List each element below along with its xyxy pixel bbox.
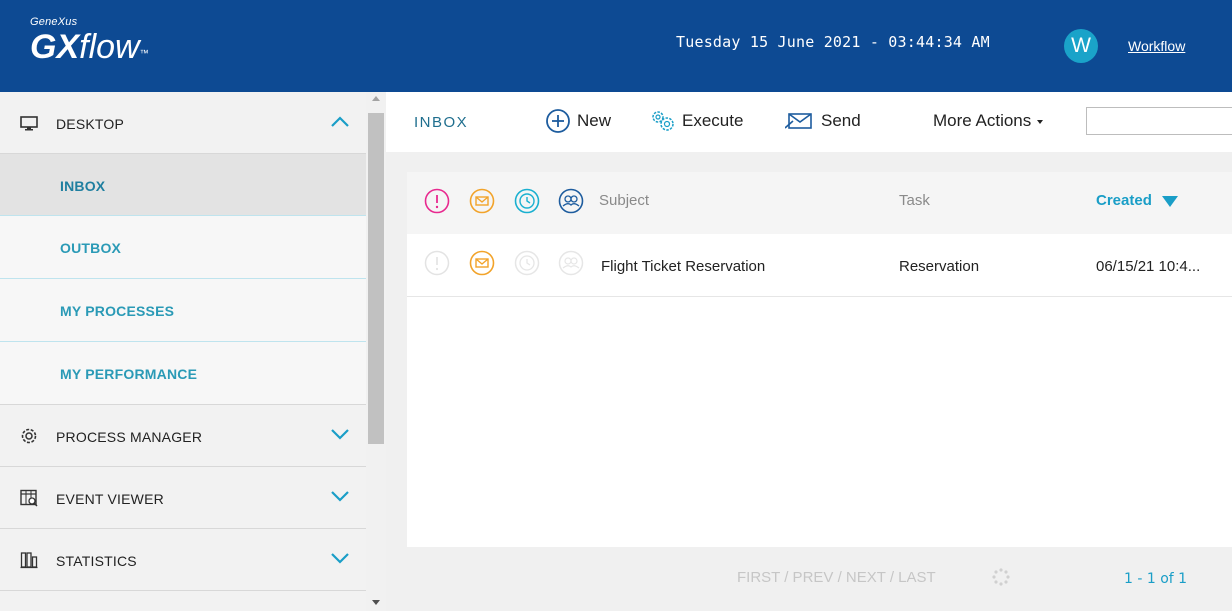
column-header-subject[interactable]: Subject bbox=[599, 192, 649, 209]
current-datetime: Tuesday 15 June 2021 - 03:44:34 AM bbox=[676, 33, 990, 51]
refresh-icon[interactable] bbox=[992, 568, 1010, 586]
logo-product-bold: GX bbox=[30, 28, 80, 66]
sidebar-item-label: INBOX bbox=[60, 178, 106, 194]
execute-button-label: Execute bbox=[682, 111, 744, 130]
sidebar-section-label: STATISTICS bbox=[56, 553, 137, 569]
more-actions-dropdown[interactable]: More Actions bbox=[933, 111, 1044, 131]
chevron-down-icon[interactable] bbox=[330, 489, 350, 503]
send-envelope-icon bbox=[785, 113, 812, 129]
sidebar-item-label: MY PROCESSES bbox=[60, 303, 175, 319]
table-row[interactable]: Flight Ticket Reservation Reservation 06… bbox=[407, 234, 1232, 297]
inbox-grid: Subject Task Created Flight Ticket Reser… bbox=[407, 172, 1232, 547]
sidebar-item-label: MY PERFORMANCE bbox=[60, 366, 198, 382]
pager-links[interactable]: FIRST / PREV / NEXT / LAST bbox=[737, 569, 936, 586]
plus-circle-icon bbox=[546, 109, 570, 133]
column-header-task[interactable]: Task bbox=[899, 192, 930, 209]
send-button[interactable]: Send bbox=[785, 108, 861, 134]
column-header-created[interactable]: Created bbox=[1096, 192, 1178, 209]
sidebar-section-label: DESKTOP bbox=[56, 116, 125, 132]
user-avatar[interactable]: W bbox=[1064, 29, 1098, 63]
sidebar-section-desktop[interactable]: DESKTOP bbox=[0, 92, 366, 154]
cell-subject[interactable]: Flight Ticket Reservation bbox=[601, 258, 765, 275]
scroll-up-arrow-icon[interactable] bbox=[372, 96, 380, 101]
chevron-down-icon[interactable] bbox=[330, 427, 350, 441]
gxflow-logo: GeneXus GXflow™ bbox=[30, 16, 149, 66]
message-icon[interactable] bbox=[469, 188, 495, 214]
grid-header: Subject Task Created bbox=[407, 172, 1232, 234]
participants-icon[interactable] bbox=[558, 188, 584, 214]
chevron-down-icon[interactable] bbox=[330, 551, 350, 565]
scrollbar-thumb[interactable] bbox=[368, 113, 384, 444]
sidebar-section-statistics[interactable]: STATISTICS bbox=[0, 529, 366, 591]
chevron-up-icon[interactable] bbox=[330, 114, 350, 128]
cell-task: Reservation bbox=[899, 258, 980, 275]
user-workflow-link[interactable]: Workflow bbox=[1128, 38, 1185, 54]
scroll-down-arrow-icon[interactable] bbox=[372, 600, 380, 605]
sidebar-section-process-manager[interactable]: PROCESS MANAGER bbox=[0, 405, 366, 467]
sidebar-item-label: OUTBOX bbox=[60, 240, 122, 256]
sidebar: DESKTOP INBOX OUTBOX MY PROCESSES MY PER… bbox=[0, 92, 366, 611]
sidebar-item-outbox[interactable]: OUTBOX bbox=[0, 216, 366, 279]
pager: FIRST / PREV / NEXT / LAST 1 - 1 of 1 bbox=[407, 547, 1232, 611]
logo-product-light: flow bbox=[79, 28, 140, 66]
sidebar-item-my-processes[interactable]: MY PROCESSES bbox=[0, 279, 366, 342]
priority-icon bbox=[424, 250, 450, 276]
new-button-label: New bbox=[577, 111, 612, 130]
inbox-toolbar: INBOX New Execute Send More Actions bbox=[386, 92, 1232, 152]
send-button-label: Send bbox=[821, 111, 861, 130]
sidebar-section-label: PROCESS MANAGER bbox=[56, 429, 203, 445]
cell-created: 06/15/21 10:4... bbox=[1096, 258, 1201, 275]
sort-descending-icon bbox=[1161, 195, 1178, 207]
sidebar-section-label: EVENT VIEWER bbox=[56, 491, 164, 507]
participants-icon bbox=[558, 250, 584, 276]
logo-trademark: ™ bbox=[139, 48, 149, 58]
statistics-icon bbox=[20, 552, 38, 569]
event-viewer-icon bbox=[20, 489, 38, 507]
search-input[interactable] bbox=[1086, 107, 1232, 135]
sidebar-item-inbox[interactable]: INBOX bbox=[0, 154, 366, 216]
deadline-clock-icon bbox=[514, 250, 540, 276]
message-icon bbox=[469, 250, 495, 276]
app-header: GeneXus GXflow™ Tuesday 15 June 2021 - 0… bbox=[0, 0, 1232, 92]
more-actions-label: More Actions bbox=[933, 111, 1032, 130]
execute-button[interactable]: Execute bbox=[650, 108, 743, 134]
gear-icon bbox=[21, 428, 37, 444]
logo-brand: GeneXus bbox=[30, 16, 78, 28]
deadline-clock-icon[interactable] bbox=[514, 188, 540, 214]
page-title: INBOX bbox=[414, 114, 469, 131]
new-button[interactable]: New bbox=[545, 108, 611, 134]
sidebar-item-my-performance[interactable]: MY PERFORMANCE bbox=[0, 342, 366, 405]
caret-down-icon bbox=[1037, 119, 1044, 124]
desktop-icon bbox=[20, 116, 38, 131]
sidebar-section-event-viewer[interactable]: EVENT VIEWER bbox=[0, 467, 366, 529]
priority-icon[interactable] bbox=[424, 188, 450, 214]
pager-count: 1 - 1 of 1 bbox=[1124, 571, 1188, 587]
gears-icon bbox=[652, 111, 674, 131]
sidebar-scrollbar[interactable] bbox=[366, 92, 386, 611]
column-header-created-label: Created bbox=[1096, 192, 1152, 209]
